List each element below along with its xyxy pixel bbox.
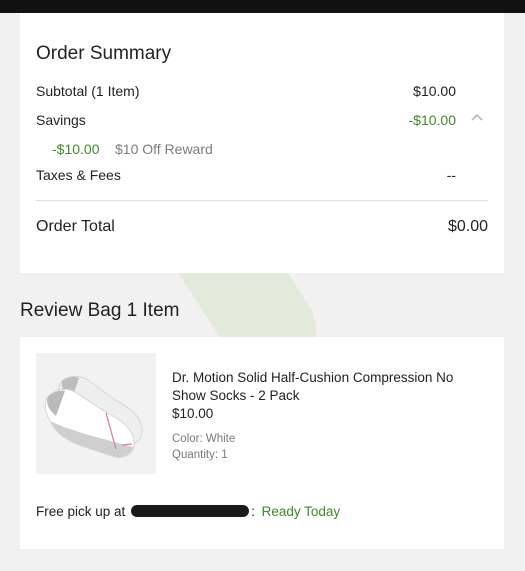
top-bar: [0, 0, 525, 13]
subtotal-value: $10.00: [413, 83, 456, 99]
product-color: Color: White: [172, 433, 236, 445]
savings-value: -$10.00: [408, 112, 456, 128]
sock-illustration: [44, 375, 143, 458]
order-summary-title: Order Summary: [36, 43, 172, 64]
product-image[interactable]: [36, 353, 156, 474]
store-name-redacted[interactable]: [131, 505, 250, 517]
order-total-label: Order Total: [36, 218, 115, 235]
subtotal-label: Subtotal (1 Item): [36, 83, 140, 99]
product-price: $10.00: [172, 406, 214, 421]
summary-divider: [36, 200, 488, 201]
taxes-value: --: [446, 167, 456, 183]
order-summary-card: Order Summary Subtotal (1 Item) $10.00 S…: [20, 13, 504, 273]
pickup-colon: :: [251, 504, 255, 519]
reward-label: $10 Off Reward: [115, 141, 213, 157]
product-name-link[interactable]: Dr. Motion Solid Half-Cushion Compressio…: [172, 369, 484, 405]
taxes-label: Taxes & Fees: [36, 167, 121, 183]
order-total-value: $0.00: [447, 218, 488, 235]
bag-item-card: Dr. Motion Solid Half-Cushion Compressio…: [20, 337, 504, 549]
pickup-status: Ready Today: [261, 504, 341, 519]
pickup-prefix: Free pick up at: [36, 504, 126, 519]
pickup-line: Free pick up at : Ready Today: [36, 504, 340, 520]
product-quantity: Quantity: 1: [172, 449, 228, 461]
chevron-up-icon[interactable]: [470, 112, 484, 122]
review-bag-title: Review Bag 1 Item: [20, 300, 180, 321]
reward-amount: -$10.00: [52, 141, 100, 157]
savings-label[interactable]: Savings: [36, 112, 86, 128]
